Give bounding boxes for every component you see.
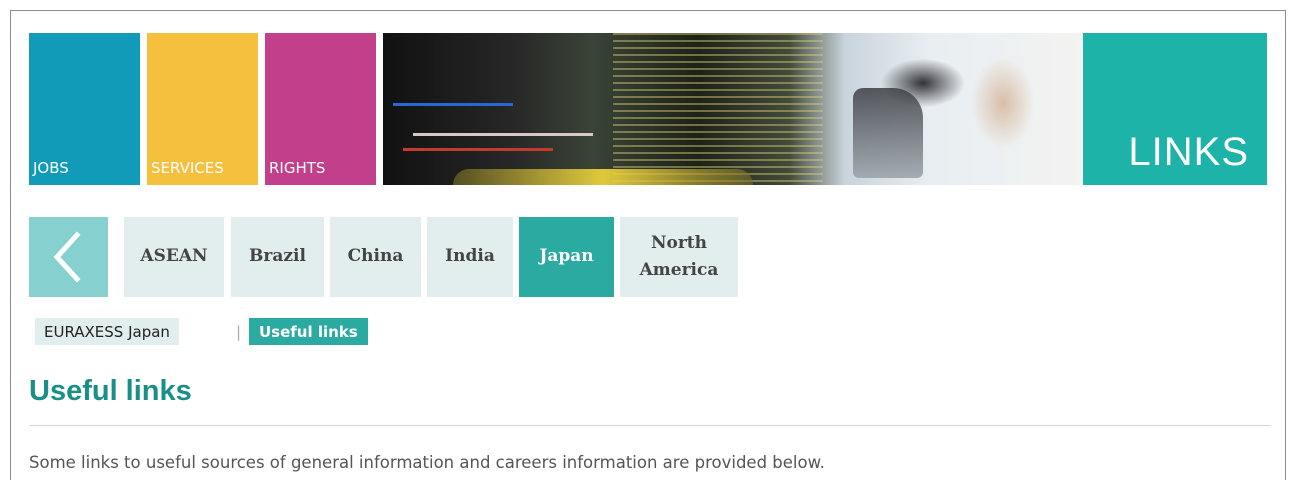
nav-tile-label: JOBS (33, 159, 69, 177)
back-button[interactable] (29, 217, 108, 297)
banner-photo-microscope (853, 88, 923, 178)
banner-photo-taxi (453, 169, 753, 185)
banner-photo-streak (413, 133, 593, 136)
banner-photo (383, 33, 1083, 185)
breadcrumb-separator-glyph: | (236, 322, 242, 341)
tab-india[interactable]: India (427, 217, 513, 297)
breadcrumb-label: Useful links (259, 322, 358, 341)
tab-japan[interactable]: Japan (519, 217, 614, 297)
divider (29, 425, 1271, 426)
tab-china[interactable]: China (330, 217, 421, 297)
tab-label: China (347, 246, 404, 267)
banner-photo-streak (403, 148, 553, 151)
section-banner: LINKS (1083, 33, 1267, 185)
tab-asean[interactable]: ASEAN (124, 217, 224, 297)
banner-photo-streak (393, 103, 513, 106)
intro-text: Some links to useful sources of general … (29, 453, 825, 472)
nav-tile-services[interactable]: SERVICES (147, 33, 258, 185)
tab-label: ASEAN (140, 246, 208, 267)
tab-north-america[interactable]: North America (620, 217, 738, 297)
section-banner-label: LINKS (1128, 130, 1249, 174)
nav-tile-rights[interactable]: RIGHTS (265, 33, 376, 185)
page-title: Useful links (29, 375, 192, 407)
banner-photo-lights (613, 33, 823, 185)
nav-tile-label: SERVICES (151, 159, 224, 177)
nav-tile-label: RIGHTS (269, 159, 326, 177)
nav-tile-jobs[interactable]: JOBS (29, 33, 140, 185)
page-frame: JOBS SERVICES RIGHTS LINKS ASEAN Brazil … (10, 10, 1286, 480)
breadcrumb-label: EURAXESS Japan (44, 322, 170, 341)
chevron-left-icon (53, 231, 81, 283)
breadcrumb-link-euraxess-japan[interactable]: EURAXESS Japan (35, 318, 179, 345)
breadcrumb-current: Useful links (249, 318, 368, 345)
tab-label: India (445, 246, 495, 267)
tab-brazil[interactable]: Brazil (231, 217, 324, 297)
tab-label: North America (639, 232, 719, 280)
tab-label: Japan (539, 246, 594, 267)
breadcrumb-separator: | (236, 318, 241, 345)
tab-label: Brazil (249, 246, 306, 267)
